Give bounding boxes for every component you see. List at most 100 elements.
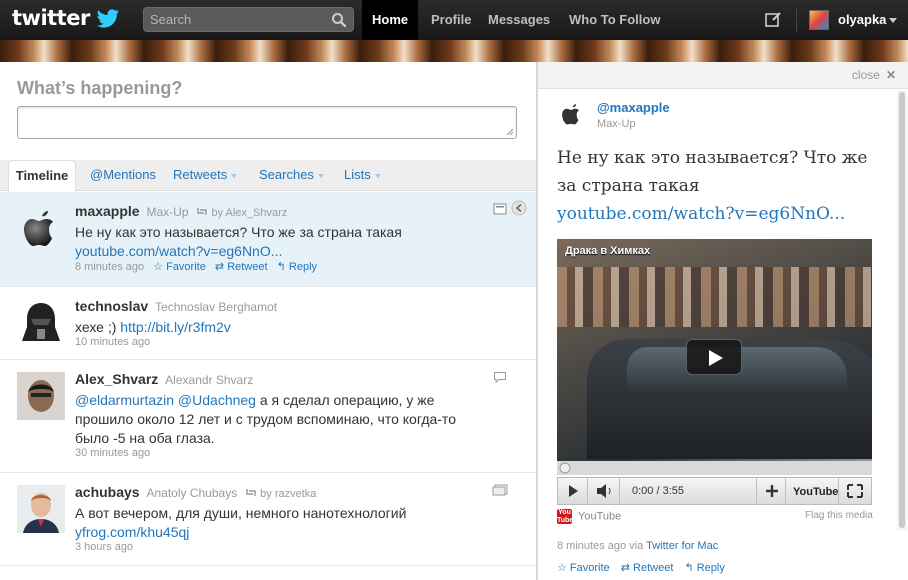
tweet-mention[interactable]: @Udachneg bbox=[178, 392, 256, 408]
retweet-action[interactable]: ⇄ Retweet bbox=[215, 261, 268, 273]
favorite-label: Favorite bbox=[569, 562, 610, 574]
plus-icon bbox=[766, 485, 778, 497]
close-icon: ✕ bbox=[885, 68, 896, 82]
compose-tweet-icon[interactable] bbox=[765, 11, 782, 28]
tweet-body: Не ну как это называется? Что же за стра… bbox=[75, 224, 402, 240]
favorite-action[interactable]: ☆ Favorite bbox=[153, 261, 206, 273]
chevron-down-icon bbox=[374, 173, 381, 178]
reply-label: Reply bbox=[696, 562, 725, 574]
tweet-row[interactable]: technoslav Technoslav Berghamot хехе ;) … bbox=[0, 287, 536, 360]
tweet-username[interactable]: achubays bbox=[75, 484, 140, 500]
tweet-row[interactable] bbox=[0, 566, 536, 580]
scrollbar-thumb[interactable] bbox=[899, 92, 905, 528]
photo-icon[interactable] bbox=[492, 484, 508, 496]
detail-time[interactable]: 8 minutes ago via bbox=[557, 540, 643, 552]
video-time: 0:00 / 3:55 bbox=[632, 485, 684, 497]
retweet-indicator: by Alex_Shvarz bbox=[196, 207, 287, 219]
detail-body: Не ну как это называется? Что же за стра… bbox=[557, 148, 868, 196]
resize-grip-icon[interactable] bbox=[506, 128, 514, 136]
play-icon bbox=[709, 350, 723, 366]
volume-button[interactable] bbox=[588, 478, 620, 504]
nav-who-to-follow[interactable]: Who To Follow bbox=[569, 0, 660, 40]
tweet-header: Alex_Shvarz Alexandr Shvarz bbox=[75, 371, 253, 387]
flag-media-link[interactable]: Flag this media bbox=[805, 510, 873, 521]
user-photo-avatar[interactable] bbox=[17, 485, 65, 533]
tweet-username[interactable]: technoslav bbox=[75, 298, 148, 314]
tweet-username[interactable]: Alex_Shvarz bbox=[75, 371, 158, 387]
close-button[interactable]: close ✕ bbox=[852, 68, 896, 82]
media-icon[interactable] bbox=[493, 203, 507, 215]
tab-retweets[interactable]: Retweets bbox=[173, 160, 238, 191]
tab-retweets-label: Retweets bbox=[173, 167, 228, 182]
tweet-time[interactable]: 3 hours ago bbox=[75, 541, 133, 553]
search-input[interactable] bbox=[150, 11, 320, 28]
detail-realname: Max-Up bbox=[597, 118, 636, 130]
retweet-label: Retweet bbox=[633, 562, 674, 574]
tweet-realname: Technoslav Berghamot bbox=[155, 300, 278, 314]
expand-button[interactable] bbox=[756, 478, 786, 504]
collapse-arrow-icon[interactable] bbox=[511, 200, 527, 216]
search-box[interactable] bbox=[143, 7, 354, 32]
reply-action[interactable]: ↰ Reply bbox=[277, 261, 317, 273]
tweet-mention[interactable]: @eldarmurtazin bbox=[75, 392, 174, 408]
tweet-time[interactable]: 30 minutes ago bbox=[75, 447, 150, 459]
retweet-icon bbox=[246, 489, 256, 496]
fullscreen-button[interactable] bbox=[839, 478, 871, 504]
tab-searches[interactable]: Searches bbox=[259, 160, 324, 191]
play-button[interactable] bbox=[558, 478, 588, 504]
media-source[interactable]: You Tube YouTube bbox=[557, 509, 621, 524]
twitter-logo[interactable]: twitter bbox=[0, 0, 124, 40]
timeline-tabs: Timeline @Mentions Retweets Searches Lis… bbox=[0, 160, 536, 192]
tab-timeline[interactable]: Timeline bbox=[8, 160, 76, 192]
play-overlay-button[interactable] bbox=[686, 339, 742, 375]
nav-profile[interactable]: Profile bbox=[431, 0, 471, 40]
retweet-action[interactable]: ⇄ Retweet bbox=[621, 562, 674, 574]
media-source-label: YouTube bbox=[578, 510, 622, 523]
user-avatar[interactable] bbox=[809, 10, 829, 30]
tweet-link[interactable]: youtube.com/watch?v=eg6NnO... bbox=[75, 243, 282, 259]
chevron-down-icon[interactable] bbox=[889, 18, 897, 23]
video-title: Драка в Химках bbox=[565, 245, 651, 257]
user-photo-avatar[interactable] bbox=[17, 372, 65, 420]
tweet-time[interactable]: 8 minutes ago bbox=[75, 261, 144, 273]
tweet-body: хехе ;) bbox=[75, 319, 117, 335]
search-icon[interactable] bbox=[331, 12, 347, 28]
detail-header: close ✕ bbox=[538, 62, 908, 89]
video-progress-bar[interactable] bbox=[557, 461, 872, 475]
user-menu[interactable]: olyapka bbox=[838, 0, 886, 40]
nav-messages[interactable]: Messages bbox=[488, 0, 550, 40]
tweet-meta: 3 hours ago bbox=[75, 541, 133, 553]
apple-logo-avatar[interactable] bbox=[17, 204, 65, 252]
apple-logo-avatar[interactable] bbox=[558, 100, 586, 128]
reply-bubble-icon[interactable] bbox=[493, 371, 507, 383]
favorite-action[interactable]: ☆ Favorite bbox=[557, 562, 610, 574]
tweet-textarea[interactable] bbox=[17, 106, 517, 139]
tweet-meta: 10 minutes ago bbox=[75, 336, 150, 348]
video-frame bbox=[557, 267, 872, 327]
bird-icon bbox=[96, 9, 119, 28]
retweet-indicator: by razvetka bbox=[245, 488, 316, 500]
detail-link[interactable]: youtube.com/watch?v=eg6NnO... bbox=[557, 204, 845, 224]
detail-username[interactable]: @maxapple bbox=[597, 100, 670, 115]
tab-lists-label: Lists bbox=[344, 167, 371, 182]
youtube-button[interactable]: YouTube bbox=[787, 478, 839, 504]
tweet-time[interactable]: 10 minutes ago bbox=[75, 336, 150, 348]
tab-mentions[interactable]: @Mentions bbox=[90, 160, 156, 191]
tweet-header: technoslav Technoslav Berghamot bbox=[75, 298, 277, 314]
yt-brand-you: YouTube bbox=[793, 486, 838, 498]
tweet-link[interactable]: yfrog.com/khu45qj bbox=[75, 524, 189, 540]
tweet-row[interactable]: maxapple Max-Up by Alex_Shvarz Не ну как… bbox=[0, 192, 536, 287]
detail-client[interactable]: Twitter for Mac bbox=[646, 540, 718, 552]
darth-vader-avatar[interactable] bbox=[17, 299, 65, 347]
tweet-link[interactable]: http://bit.ly/r3fm2v bbox=[120, 319, 230, 335]
reply-action[interactable]: ↰ Reply bbox=[684, 562, 724, 574]
tab-lists[interactable]: Lists bbox=[344, 160, 381, 191]
nav-home[interactable]: Home bbox=[362, 0, 419, 40]
tweet-username[interactable]: maxapple bbox=[75, 203, 140, 219]
progress-handle-icon[interactable] bbox=[559, 462, 571, 474]
tweet-row[interactable]: Alex_Shvarz Alexandr Shvarz @eldarmurtaz… bbox=[0, 360, 536, 473]
chevron-down-icon bbox=[231, 173, 238, 178]
video-player[interactable]: Драка в Химках bbox=[557, 239, 872, 475]
tweet-row[interactable]: achubays Anatoly Chubays by razvetka А в… bbox=[0, 473, 536, 566]
play-icon bbox=[569, 485, 578, 497]
